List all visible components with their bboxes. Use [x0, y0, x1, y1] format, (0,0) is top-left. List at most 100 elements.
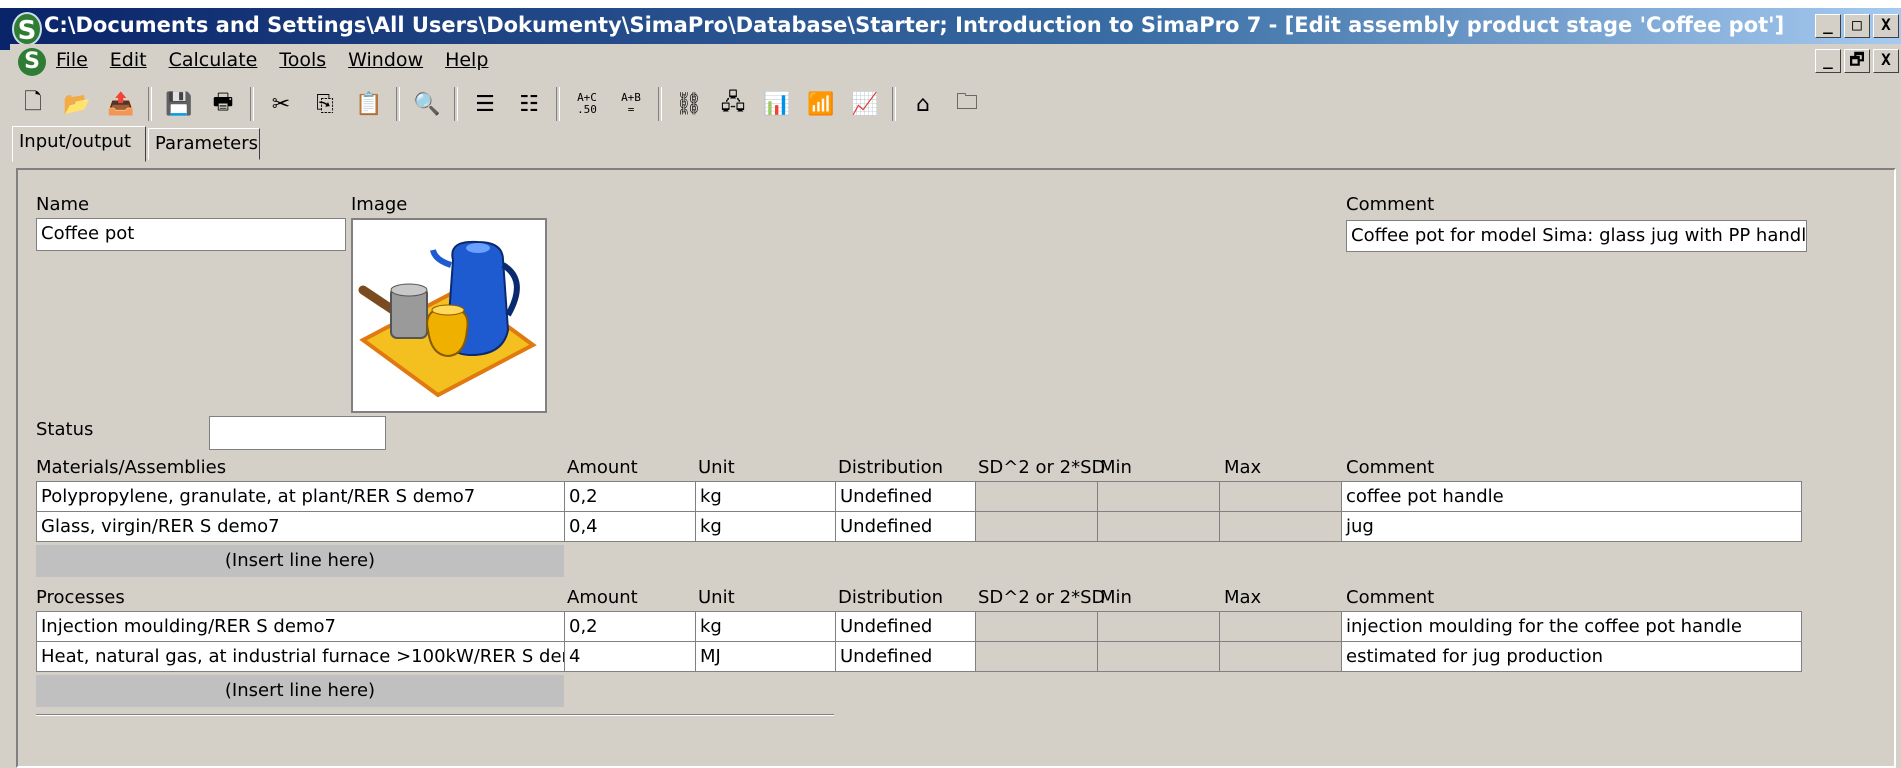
comment-field[interactable]: Coffee pot for model Sima: glass jug wit… [1346, 220, 1807, 252]
calc-ac-icon[interactable]: A+C .50 [570, 87, 604, 121]
menu-help[interactable]: Help [445, 49, 488, 71]
menu-tools[interactable]: Tools [279, 49, 326, 71]
menu-window[interactable]: Window [348, 49, 423, 71]
cell-min[interactable] [1097, 611, 1220, 642]
cell-min[interactable] [1097, 481, 1220, 512]
product-image[interactable] [351, 218, 547, 413]
status-field[interactable] [209, 416, 386, 450]
processes-insert-line[interactable]: (Insert line here) [36, 675, 564, 707]
cell-unit[interactable]: kg [695, 611, 836, 642]
materials-insert-line[interactable]: (Insert line here) [36, 545, 564, 577]
list-arrow-icon-glyph: ☷ [519, 91, 539, 117]
cell-amount[interactable]: 0,4 [564, 511, 696, 542]
minimize-button[interactable]: _ [1815, 14, 1841, 38]
copy-icon[interactable]: ⎘ [308, 87, 342, 121]
save-icon-glyph: 💾 [165, 91, 193, 117]
cell-sd[interactable] [975, 611, 1098, 642]
open-icon-glyph: 📂 [63, 91, 91, 117]
cell-amount[interactable]: 0,2 [564, 611, 696, 642]
distribution-icon[interactable]: 📈 [848, 87, 882, 121]
cell-name[interactable]: Injection moulding/RER S demo7 [36, 611, 565, 642]
tab-parameters[interactable]: Parameters [148, 128, 260, 160]
simapro-logo-icon[interactable]: S [12, 12, 42, 46]
list-icon[interactable]: ☰ [468, 87, 502, 121]
open-export-icon[interactable]: 📤 [104, 87, 138, 121]
maximize-button[interactable]: □ [1844, 14, 1870, 38]
document-logo-icon[interactable]: S [18, 48, 46, 76]
column-header-min: Min [1100, 457, 1132, 478]
print-icon[interactable]: 🖶 [206, 87, 240, 121]
cell-sd[interactable] [975, 481, 1098, 512]
table-row[interactable]: Injection moulding/RER S demo7 0,2 kg Undef… [36, 611, 1802, 642]
name-field[interactable]: Coffee pot [36, 218, 346, 251]
cell-unit[interactable]: kg [695, 481, 836, 512]
child-close-button[interactable]: X [1873, 49, 1899, 73]
network-icon-glyph: ⛓ [675, 91, 703, 117]
search-icon[interactable]: 🔍 [410, 87, 444, 121]
network-icon[interactable]: ⛓ [672, 87, 706, 121]
toolbar-separator [250, 87, 254, 121]
grouped-bar-icon[interactable]: 📶 [804, 87, 838, 121]
cell-name[interactable]: Glass, virgin/RER S demo7 [36, 511, 565, 542]
home-icon[interactable]: ⌂ [906, 87, 940, 121]
cell-dist[interactable]: Undefined [835, 611, 976, 642]
calc-ab-icon[interactable]: A+B = [614, 87, 648, 121]
cell-min[interactable] [1097, 641, 1220, 672]
cell-comment[interactable]: coffee pot handle [1341, 481, 1802, 512]
cell-max[interactable] [1219, 611, 1342, 642]
column-header-sd: SD^2 or 2*SD [978, 587, 1106, 608]
column-header-sd: SD^2 or 2*SD [978, 457, 1106, 478]
open-icon[interactable]: 📂 [60, 87, 94, 121]
column-header-amount: Amount [567, 587, 638, 608]
cell-comment[interactable]: injection moulding for the coffee pot ha… [1341, 611, 1802, 642]
cut-icon[interactable]: ✂ [264, 87, 298, 121]
column-header-distribution: Distribution [838, 587, 944, 608]
distribution-icon-glyph: 📈 [851, 91, 879, 117]
cell-dist[interactable]: Undefined [835, 641, 976, 672]
cell-min[interactable] [1097, 511, 1220, 542]
cell-comment[interactable]: jug [1341, 511, 1802, 542]
cell-unit[interactable]: MJ [695, 641, 836, 672]
cell-comment[interactable]: estimated for jug production [1341, 641, 1802, 672]
tree-icon[interactable]: 🖧 [716, 87, 750, 121]
cell-dist[interactable]: Undefined [835, 481, 976, 512]
toolbar-separator [148, 87, 152, 121]
cell-amount[interactable]: 0,2 [564, 481, 696, 512]
menu-calculate[interactable]: Calculate [169, 49, 258, 71]
new-icon[interactable]: 🗋 [16, 87, 50, 121]
cell-name[interactable]: Polypropylene, granulate, at plant/RER S… [36, 481, 565, 512]
list-arrow-icon[interactable]: ☷ [512, 87, 546, 121]
child-minimize-button[interactable]: _ [1815, 49, 1841, 73]
cell-max[interactable] [1219, 641, 1342, 672]
processes-section-label: Processes [36, 587, 125, 608]
calc-ab-icon-label: A+B = [621, 91, 641, 116]
search-icon-glyph: 🔍 [413, 91, 441, 117]
cell-amount[interactable]: 4 [564, 641, 696, 672]
folders-icon[interactable]: 🗀 [950, 87, 984, 121]
cell-max[interactable] [1219, 511, 1342, 542]
menu-file[interactable]: File [56, 49, 88, 71]
cell-max[interactable] [1219, 481, 1342, 512]
cell-sd[interactable] [975, 511, 1098, 542]
table-row[interactable]: Heat, natural gas, at industrial furnace… [36, 641, 1802, 672]
calc-ac-icon-label: A+C .50 [577, 91, 597, 116]
table-row[interactable]: Glass, virgin/RER S demo7 0,4 kg Undefined … [36, 511, 1802, 542]
image-label: Image [351, 194, 408, 215]
cell-sd[interactable] [975, 641, 1098, 672]
child-restore-button[interactable]: 🗗 [1844, 49, 1870, 73]
cell-unit[interactable]: kg [695, 511, 836, 542]
paste-icon[interactable]: 📋 [352, 87, 386, 121]
table-row[interactable]: Polypropylene, granulate, at plant/RER S… [36, 481, 1802, 512]
folders-icon-glyph: 🗀 [955, 90, 978, 115]
tab-input-output[interactable]: Input/output [12, 126, 146, 162]
save-icon[interactable]: 💾 [162, 87, 196, 121]
close-button[interactable]: X [1873, 14, 1899, 38]
name-label: Name [36, 194, 90, 215]
toolbar-separator [556, 87, 560, 121]
cell-dist[interactable]: Undefined [835, 511, 976, 542]
cell-name[interactable]: Heat, natural gas, at industrial furnace… [36, 641, 565, 672]
tree-icon-glyph: 🖧 [720, 90, 746, 115]
column-header-unit: Unit [698, 457, 735, 478]
bar-chart-icon[interactable]: 📊 [760, 87, 794, 121]
menu-edit[interactable]: Edit [110, 49, 147, 71]
